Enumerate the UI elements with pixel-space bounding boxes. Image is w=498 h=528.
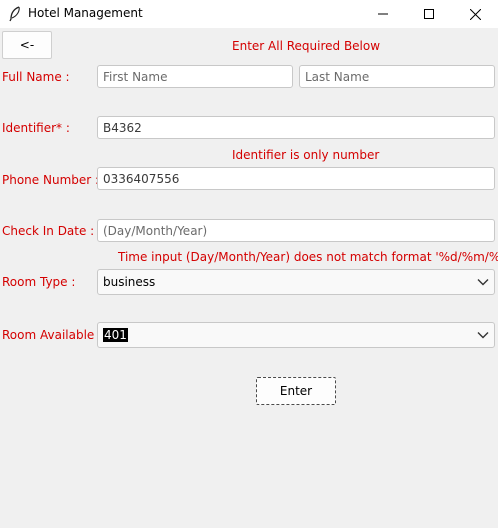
back-button[interactable]: <- [2, 31, 52, 59]
check-in-error: Time input (Day/Month/Year) does not mat… [118, 250, 498, 264]
window-title: Hotel Management [28, 6, 143, 20]
room-type-label: Room Type : [2, 275, 76, 289]
feather-icon [8, 6, 22, 22]
form-area: <- Enter All Required Below Full Name : … [0, 28, 498, 528]
room-available-label: Room Available : [2, 328, 103, 342]
room-available-select[interactable]: 401 [97, 322, 495, 348]
phone-label: Phone Number : [2, 173, 100, 187]
room-available-value: 401 [103, 328, 128, 342]
identifier-field[interactable]: B4362 [97, 116, 495, 139]
identifier-label: Identifier* : [2, 121, 70, 135]
header-message: Enter All Required Below [232, 39, 381, 53]
last-name-field[interactable]: Last Name [299, 65, 495, 88]
room-type-value: business [103, 275, 156, 289]
identifier-error: Identifier is only number [232, 148, 380, 162]
check-in-date-field[interactable]: (Day/Month/Year) [97, 219, 495, 242]
minimize-icon [378, 9, 388, 19]
check-in-label: Check In Date : [2, 224, 95, 238]
minimize-button[interactable] [360, 0, 406, 28]
maximize-button[interactable] [406, 0, 452, 28]
chevron-down-icon[interactable] [477, 329, 489, 341]
title-bar: Hotel Management [0, 0, 498, 28]
first-name-field[interactable]: First Name [97, 65, 293, 88]
enter-button[interactable]: Enter [256, 377, 336, 405]
close-button[interactable] [452, 0, 498, 28]
maximize-icon [424, 9, 434, 19]
phone-field[interactable]: 0336407556 [97, 167, 495, 190]
close-icon [469, 8, 481, 20]
full-name-label: Full Name : [2, 70, 70, 84]
chevron-down-icon[interactable] [477, 276, 489, 288]
room-type-select[interactable]: business [97, 269, 495, 295]
